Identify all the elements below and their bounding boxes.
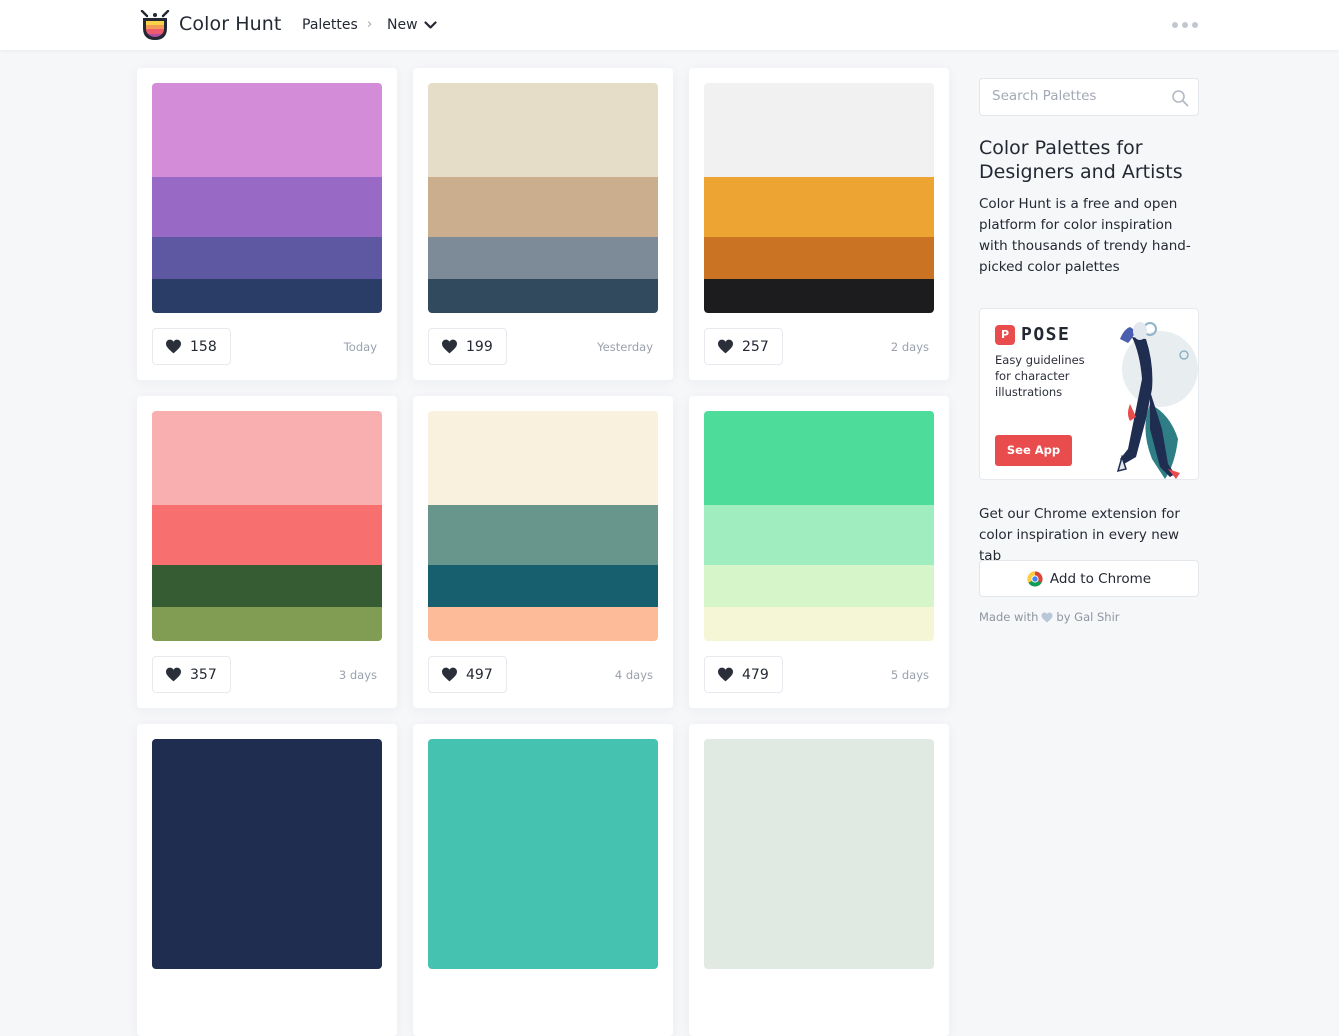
color-band[interactable] <box>428 237 658 279</box>
palette-date: 3 days <box>338 668 377 682</box>
chrome-logo-icon <box>1027 571 1043 587</box>
chevron-down-icon <box>423 20 437 29</box>
color-band[interactable] <box>152 739 382 969</box>
palette-date: Today <box>343 340 377 354</box>
color-band[interactable] <box>704 177 934 237</box>
color-band[interactable] <box>704 279 934 313</box>
palette-swatch[interactable] <box>152 739 382 969</box>
chrome-extension-text: Get our Chrome extension for color inspi… <box>979 506 1180 564</box>
color-band[interactable] <box>152 177 382 237</box>
palette-swatch[interactable] <box>704 83 934 313</box>
palette-date: 5 days <box>890 668 929 682</box>
palette-card <box>137 724 397 1036</box>
like-button[interactable]: 357 <box>152 656 231 693</box>
heart-icon <box>1041 612 1053 622</box>
palette-swatch[interactable] <box>704 739 934 969</box>
color-band[interactable] <box>428 565 658 607</box>
sort-dropdown[interactable]: New <box>387 17 437 33</box>
superhero-illustration-icon <box>1116 322 1198 479</box>
palette-date: 4 days <box>614 668 653 682</box>
sort-dropdown-label: New <box>387 17 418 33</box>
made-with-footer: Made with by Gal Shir <box>979 610 1120 624</box>
like-button[interactable]: 199 <box>428 328 507 365</box>
search-box[interactable] <box>979 78 1199 116</box>
pose-logo: P POSE <box>995 324 1070 345</box>
breadcrumb-separator: › <box>367 17 373 32</box>
color-band[interactable] <box>704 607 934 641</box>
palette-swatch[interactable] <box>152 411 382 641</box>
color-band[interactable] <box>704 739 934 969</box>
like-button[interactable]: 497 <box>428 656 507 693</box>
color-band[interactable] <box>152 565 382 607</box>
pose-ad[interactable]: P POSE Easy guidelines for character ill… <box>979 308 1199 480</box>
color-band[interactable] <box>428 83 658 177</box>
top-header: Color Hunt Palettes › New <box>0 0 1339 50</box>
more-options-icon[interactable] <box>1172 19 1198 31</box>
color-band[interactable] <box>704 411 934 505</box>
palette-swatch[interactable] <box>152 83 382 313</box>
palette-swatch[interactable] <box>428 411 658 641</box>
made-with-author[interactable]: by Gal Shir <box>1056 610 1119 624</box>
color-band[interactable] <box>152 607 382 641</box>
color-band[interactable] <box>704 83 934 177</box>
like-button[interactable]: 479 <box>704 656 783 693</box>
color-hunt-logo-icon[interactable] <box>140 10 170 42</box>
heart-icon <box>718 339 733 354</box>
color-band[interactable] <box>428 505 658 565</box>
sidebar-title: Color Palettes for Designers and Artists <box>979 137 1183 183</box>
color-band[interactable] <box>428 279 658 313</box>
like-count: 158 <box>190 338 217 355</box>
color-band[interactable] <box>428 607 658 641</box>
like-count: 257 <box>742 338 769 355</box>
like-count: 357 <box>190 666 217 683</box>
add-to-chrome-label: Add to Chrome <box>1049 570 1152 587</box>
heart-icon <box>166 667 181 682</box>
color-band[interactable] <box>428 739 658 969</box>
palette-date: 2 days <box>890 340 929 354</box>
like-button[interactable]: 257 <box>704 328 783 365</box>
color-band[interactable] <box>152 83 382 177</box>
palette-card: 257 2 days <box>689 68 949 380</box>
palette-card: 158 Today <box>137 68 397 380</box>
palette-card <box>689 724 949 1036</box>
color-band[interactable] <box>428 411 658 505</box>
palette-swatch[interactable] <box>428 83 658 313</box>
search-icon[interactable] <box>1171 89 1189 107</box>
color-band[interactable] <box>152 411 382 505</box>
palette-swatch[interactable] <box>428 739 658 969</box>
nav-palettes-link[interactable]: Palettes <box>302 17 358 33</box>
color-band[interactable] <box>152 505 382 565</box>
heart-icon <box>166 339 181 354</box>
pose-logo-mark: P <box>995 324 1015 345</box>
like-button[interactable]: 158 <box>152 328 231 365</box>
color-band[interactable] <box>704 565 934 607</box>
made-with-prefix: Made with <box>979 610 1039 624</box>
palette-card: 497 4 days <box>413 396 673 708</box>
color-band[interactable] <box>704 505 934 565</box>
see-app-button[interactable]: See App <box>995 435 1072 466</box>
color-band[interactable] <box>428 177 658 237</box>
color-band[interactable] <box>704 237 934 279</box>
heart-icon <box>442 667 457 682</box>
palette-date: Yesterday <box>597 340 653 354</box>
palette-card <box>413 724 673 1036</box>
sidebar-description: Color Hunt is a free and open platform f… <box>979 196 1191 275</box>
heart-icon <box>442 339 457 354</box>
like-count: 199 <box>466 338 493 355</box>
like-count: 497 <box>466 666 493 683</box>
like-count: 479 <box>742 666 769 683</box>
palette-swatch[interactable] <box>704 411 934 641</box>
color-band[interactable] <box>152 279 382 313</box>
color-band[interactable] <box>152 237 382 279</box>
palette-card: 479 5 days <box>689 396 949 708</box>
add-to-chrome-button[interactable]: Add to Chrome <box>979 560 1199 597</box>
heart-icon <box>718 667 733 682</box>
pose-logo-text: POSE <box>1021 324 1071 345</box>
palette-card: 199 Yesterday <box>413 68 673 380</box>
search-input[interactable] <box>992 88 1162 104</box>
brand-name[interactable]: Color Hunt <box>179 13 281 35</box>
palette-card: 357 3 days <box>137 396 397 708</box>
